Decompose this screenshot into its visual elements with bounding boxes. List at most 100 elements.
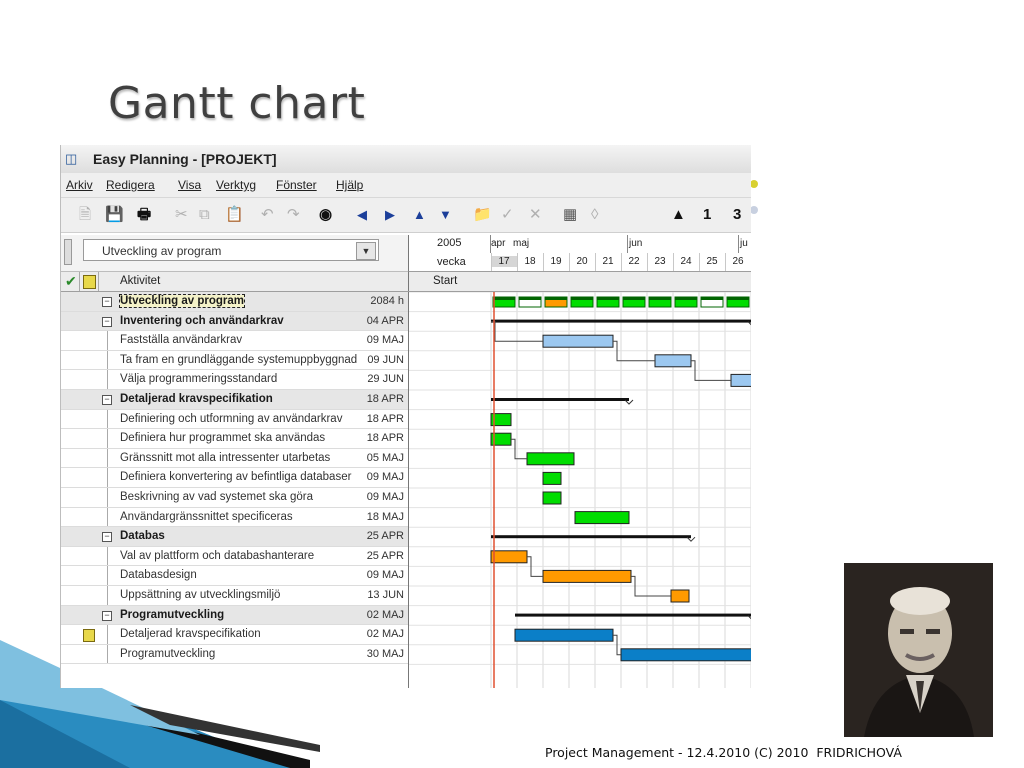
task-name: Definiera hur programmet ska användas [120,432,326,445]
note-icon[interactable] [83,629,95,643]
task-row[interactable]: Gränssnitt mot alla intressenter utarbet… [61,448,408,469]
task-row[interactable]: Definiering och utformning av användarkr… [61,409,408,430]
drag-handle[interactable] [64,239,72,265]
tree-connector [107,448,108,468]
cut-icon[interactable]: ✂ [175,206,188,224]
project-select[interactable]: Utveckling av program ▼ [83,239,379,261]
task-name: Programutveckling [120,608,225,621]
note-icon [83,275,96,289]
task-name: Inventering och användarkrav [120,314,284,327]
month-apr: apr [491,238,506,249]
tree-connector [107,625,108,644]
save-icon[interactable]: 💾 [105,206,124,224]
task-row[interactable]: Välja programmeringsstandard 29 JUN [61,370,408,390]
task-bar [526,452,575,466]
task-group-row[interactable]: − Databas 25 APR [61,527,408,547]
hierarchy-icon[interactable]: ▲ [671,206,686,224]
task-start: 09 MAJ [366,569,404,582]
tree-connector [107,507,108,527]
task-name: Utveckling av program [119,294,245,308]
task-group-row[interactable]: − Detaljerad kravspecifikation 18 APR [61,390,408,410]
menu-verktyg[interactable]: Verktyg [216,178,256,192]
check-icon[interactable]: ✓ [501,206,514,224]
tree-connector [107,566,108,585]
task-name: Beskrivning av vad systemet ska göra [120,491,314,503]
task-name: Val av plattform och databashanterare [120,549,315,562]
task-row[interactable]: Val av plattform och databashanterare 25 … [61,546,408,567]
move-up-icon[interactable]: ▲ [413,206,426,224]
grid-header: ✔ Aktivitet Start [61,272,751,292]
project-select-value: Utveckling av program [102,244,222,258]
task-row[interactable]: Databasdesign 09 MAJ [61,566,408,586]
move-right-icon[interactable]: ▶ [385,206,395,224]
link-icon[interactable]: ◊ [591,206,598,224]
new-icon[interactable]: 🗎 [79,206,91,224]
tree-connector [107,429,108,448]
task-group-row[interactable]: − Inventering och användarkrav 04 APR [61,311,408,332]
menu-redigera[interactable]: Redigera [106,178,155,192]
collapse-icon[interactable]: − [102,610,112,621]
week-20: 20 [576,256,588,267]
open-folder-icon[interactable]: 📁 [473,206,492,224]
find-icon[interactable]: ◉ [319,206,332,224]
move-down-icon[interactable]: ▼ [439,206,452,224]
task-row[interactable]: Definiera konvertering av befintliga dat… [61,468,408,488]
task-row[interactable]: Ta fram en grundläggande systemuppbyggna… [61,350,408,371]
copy-icon[interactable]: ⧉ [199,206,210,224]
tree-connector [107,350,108,370]
window-titlebar[interactable]: ◫ Easy Planning - [PROJEKT] [61,145,751,173]
task-name: Välja programmeringsstandard [120,373,278,386]
collapse-icon[interactable]: − [102,297,112,307]
collapse-icon[interactable]: − [102,395,112,405]
task-name: Programutveckling [120,647,216,660]
undo-icon[interactable]: ↶ [261,206,274,224]
delete-icon[interactable]: ✕ [529,206,542,224]
menu-fonster[interactable]: Fönster [276,178,317,192]
paste-icon[interactable]: 📋 [225,206,244,224]
digit-3-icon[interactable]: 3 [733,206,741,224]
task-start: 05 MAJ [366,451,404,464]
toolbar: 🗎 💾 🖶 ✂ ⧉ 📋 ↶ ↷ ◉ ◀ ▶ ▲ ▼ 📁 ✓ ✕ ▦ ◊ ▲ 1 … [61,198,751,233]
task-row[interactable]: Programutveckling 30 MAJ [61,644,408,665]
menu-visa[interactable]: Visa [178,178,201,192]
task-start: 2084 h [370,295,404,307]
task-group-row[interactable]: − Programutveckling 02 MAJ [61,605,408,626]
task-name: Uppsättning av utvecklingsmiljö [120,589,281,601]
task-row[interactable]: Uppsättning av utvecklingsmiljö 13 JUN [61,586,408,606]
print-icon[interactable]: 🖶 [137,206,151,224]
collapse-icon[interactable]: − [102,532,112,543]
start-header[interactable]: Start [433,275,457,287]
task-group-row[interactable]: − Utveckling av program 2084 h [61,292,408,312]
week-label: vecka [437,256,466,268]
task-bar [542,471,562,485]
menu-hjalp[interactable]: Hjälp [336,178,363,192]
task-start: 04 APR [366,314,404,327]
summary-segment-cap [649,297,671,300]
task-row[interactable]: Detaljerad kravspecifikation 02 MAJ [61,625,408,645]
tree-connector [107,586,108,605]
collapse-icon[interactable]: − [102,316,112,327]
task-row[interactable]: Definiera hur programmet ska användas 18 … [61,429,408,449]
redo-icon[interactable]: ↷ [287,206,300,224]
task-bar [670,589,690,603]
task-name: Ta fram en grundläggande systemuppbyggna… [120,353,358,366]
task-name: Databasdesign [120,569,197,582]
summary-segment-cap [701,297,723,300]
move-left-icon[interactable]: ◀ [357,206,367,224]
task-name: Databas [120,530,165,543]
task-bar [574,511,630,525]
group-summary-bar [491,398,629,401]
tree-connector [107,331,108,350]
task-name: Definiera konvertering av befintliga dat… [120,471,352,484]
digit-1-icon[interactable]: 1 [703,206,711,224]
task-start: 09 JUN [367,353,404,366]
chevron-down-icon[interactable]: ▼ [356,242,376,260]
window-title: Easy Planning - [PROJEKT] [93,151,277,167]
task-row[interactable]: Användargränssnittet specificeras 18 MAJ [61,507,408,528]
activity-header[interactable]: Aktivitet [120,275,160,287]
calendar-icon[interactable]: ▦ [563,206,577,224]
task-row[interactable]: Fastställa användarkrav 09 MAJ [61,331,408,351]
task-row[interactable]: Beskrivning av vad systemet ska göra 09 M… [61,488,408,508]
task-bar [654,354,692,368]
menu-arkiv[interactable]: Arkiv [66,178,93,192]
